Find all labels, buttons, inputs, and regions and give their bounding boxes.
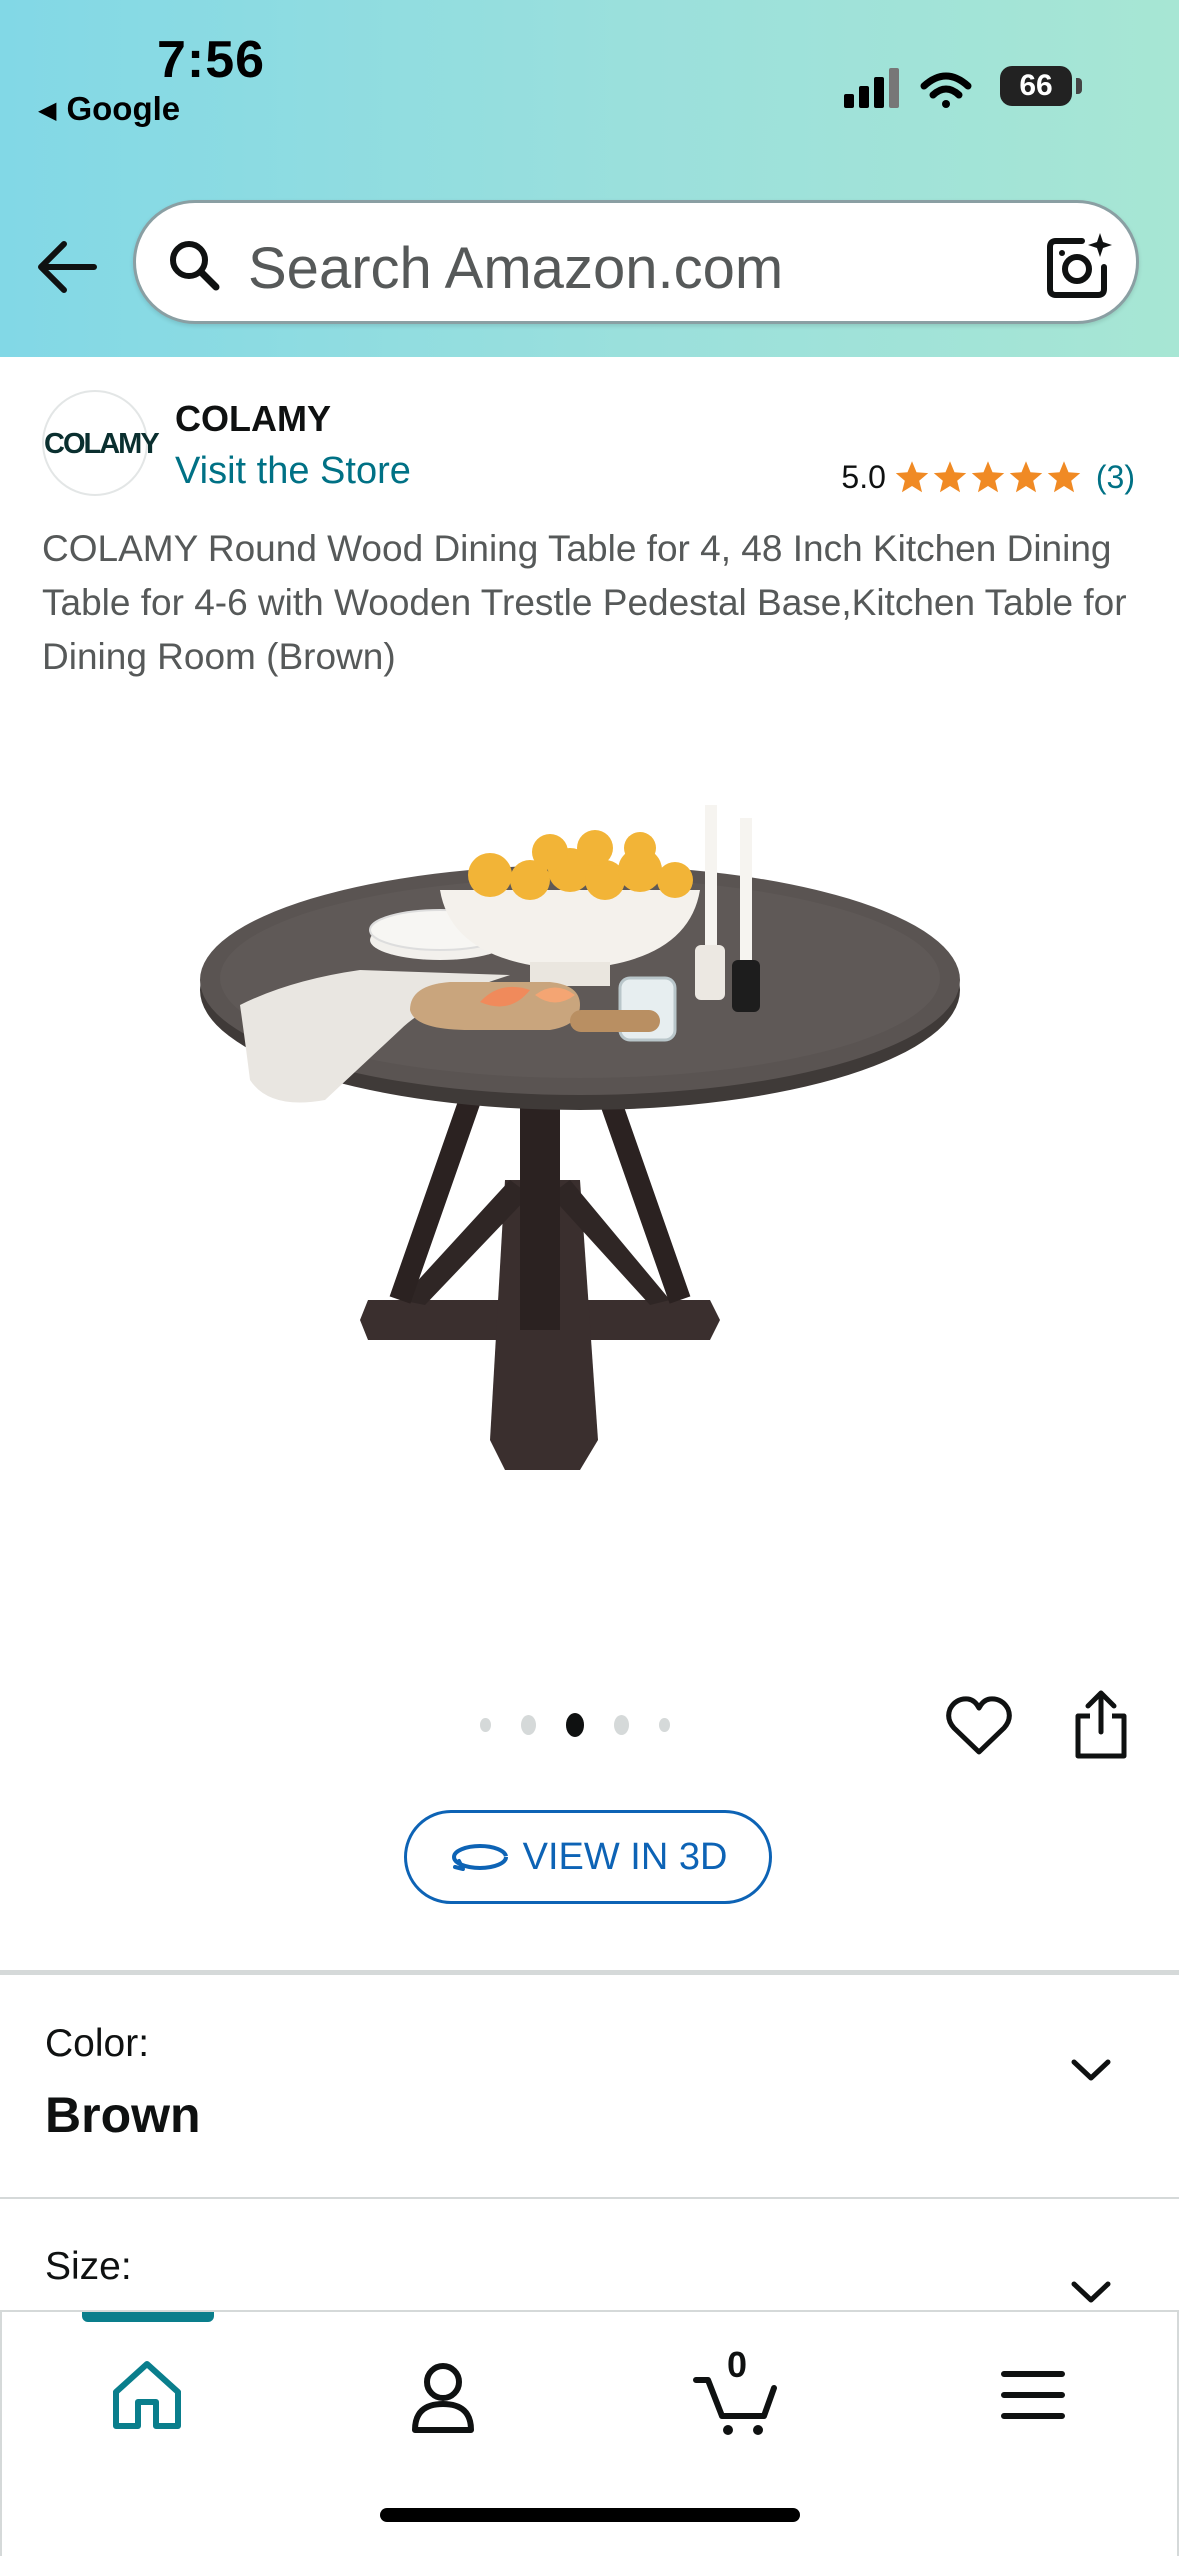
heart-icon[interactable] (944, 1694, 1014, 1758)
product-title: COLAMY Round Wood Dining Table for 4, 48… (42, 528, 1127, 677)
chevron-down-icon[interactable] (1066, 2048, 1116, 2092)
top-header: 7:56 ◀ Google 66 Search Amazon.com (0, 0, 1179, 357)
color-option-value[interactable]: Brown (45, 2086, 201, 2144)
account-icon[interactable] (398, 2350, 488, 2440)
color-option-label: Color: (45, 2022, 150, 2065)
home-icon[interactable] (102, 2350, 192, 2440)
rating-summary[interactable]: 5.0 (3) (841, 455, 1135, 499)
back-app-label: Google (66, 90, 181, 127)
battery-icon: 66 (1000, 66, 1072, 106)
star-icon (933, 461, 967, 493)
size-option-label: Size: (45, 2245, 132, 2288)
brand-logo[interactable]: COLAMY (42, 390, 160, 496)
chevron-down-icon[interactable] (1066, 2270, 1116, 2314)
carousel-dot[interactable] (659, 1718, 671, 1732)
share-icon[interactable] (1068, 1688, 1134, 1760)
rating-stars (894, 459, 1084, 495)
star-icon (971, 461, 1005, 493)
wifi-icon (920, 72, 972, 108)
star-icon (895, 461, 929, 493)
status-time: 7:56 (157, 31, 266, 89)
review-count-link[interactable]: (3) (1096, 459, 1135, 496)
carousel-dot[interactable] (614, 1715, 630, 1735)
rating-value: 5.0 (841, 458, 886, 495)
search-icon (170, 241, 220, 291)
back-to-app-link[interactable]: ◀ Google (38, 90, 180, 128)
star-icon (1009, 461, 1043, 493)
star-icon (1047, 461, 1081, 493)
carousel-dot[interactable] (520, 1715, 536, 1735)
cart-count: 0 (726, 2344, 748, 2385)
cart-button[interactable]: 0 (692, 2344, 782, 2440)
search-placeholder: Search Amazon.com (248, 236, 784, 301)
table-illustration (200, 805, 960, 1470)
cellular-signal-icon (844, 68, 899, 108)
search-input[interactable]: Search Amazon.com (133, 200, 1139, 324)
camera-icon[interactable] (1044, 231, 1114, 301)
carousel-dot[interactable] (480, 1718, 491, 1732)
section-divider (0, 1970, 1179, 1975)
option-divider (0, 2197, 1179, 2199)
image-carousel-dots[interactable] (480, 1710, 700, 1740)
view-in-3d-label: VIEW IN 3D (522, 1835, 728, 1878)
battery-nub (1076, 78, 1082, 94)
active-tab-indicator (82, 2312, 214, 2322)
back-triangle-icon: ◀ (38, 97, 57, 124)
product-image[interactable] (150, 740, 1030, 1500)
menu-icon[interactable] (988, 2350, 1078, 2440)
visit-store-link[interactable]: Visit the Store (175, 450, 411, 493)
home-indicator[interactable] (380, 2508, 800, 2522)
rotate-3d-icon (451, 1844, 508, 1871)
carousel-dot-active[interactable] (565, 1713, 585, 1737)
back-arrow-icon[interactable] (32, 232, 102, 302)
brand-name: COLAMY (175, 398, 331, 439)
view-in-3d-button[interactable]: VIEW IN 3D (404, 1810, 772, 1904)
